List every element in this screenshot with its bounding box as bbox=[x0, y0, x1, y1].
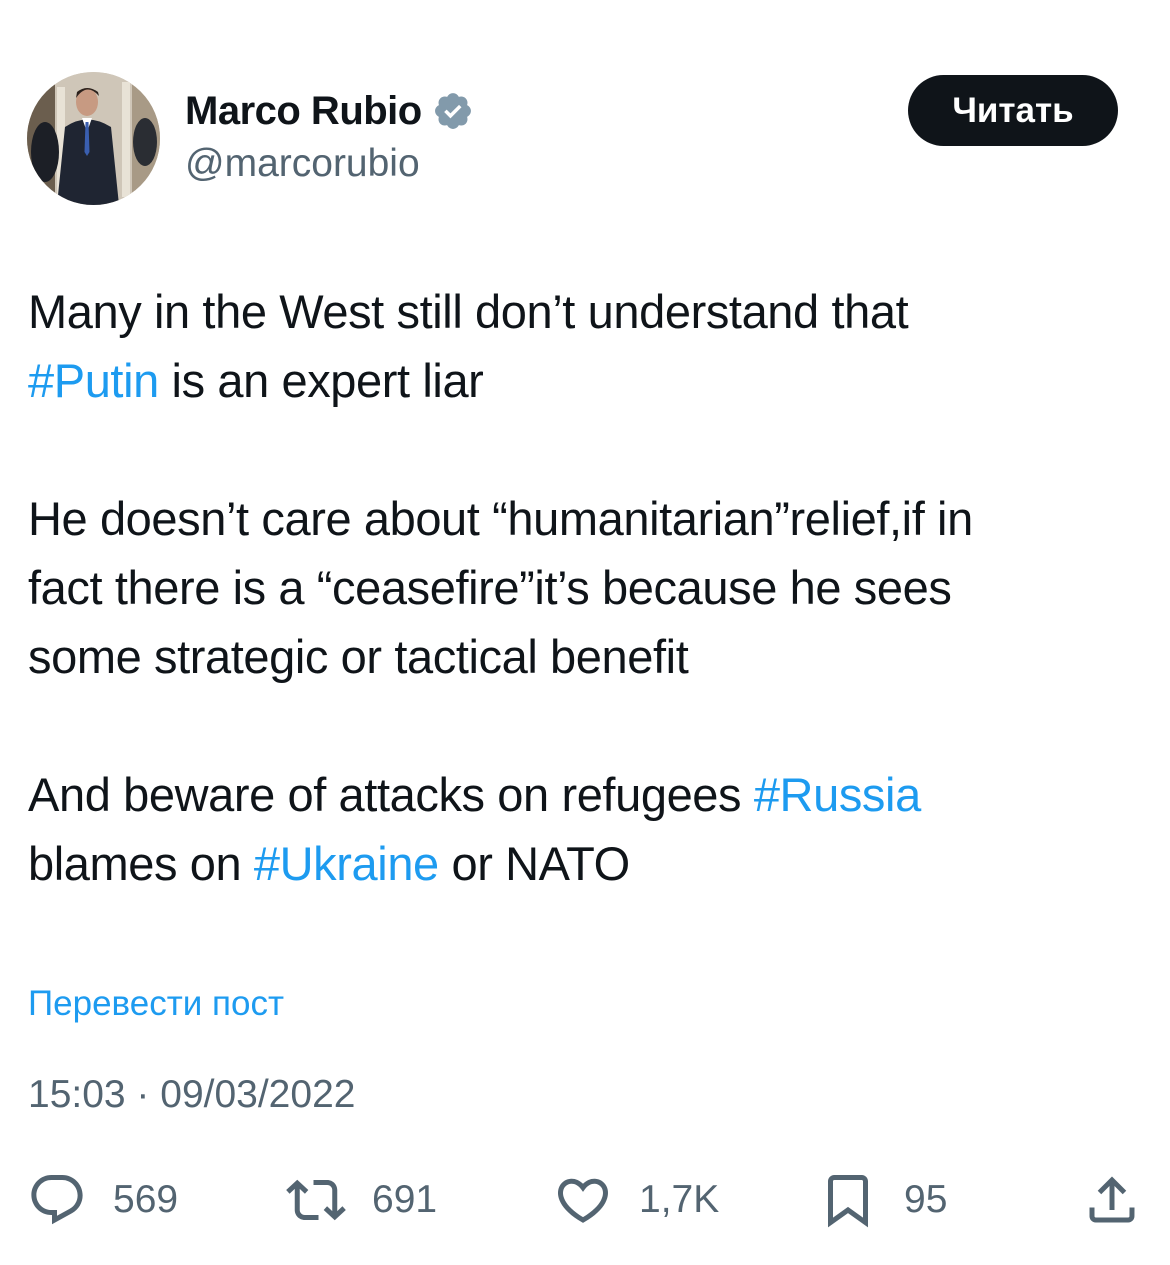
verified-badge-icon bbox=[432, 90, 474, 132]
avatar-photo bbox=[27, 72, 160, 205]
bookmark-button[interactable]: 95 bbox=[818, 1168, 947, 1232]
hashtag-ukraine-link[interactable]: #Ukraine bbox=[254, 837, 439, 890]
tweet-text-segment: some strategic or tactical benefit bbox=[28, 630, 689, 683]
like-count: 1,7K bbox=[639, 1178, 720, 1221]
tweet-line: And beware of attacks on refugees #Russi… bbox=[28, 760, 1148, 829]
retweet-button[interactable]: 691 bbox=[286, 1168, 437, 1232]
retweet-count: 691 bbox=[372, 1178, 438, 1221]
author-display-name[interactable]: Marco Rubio bbox=[185, 86, 474, 136]
author-name-text[interactable]: Marco Rubio bbox=[185, 89, 422, 134]
tweet-text-segment: blames on bbox=[28, 837, 254, 890]
author-avatar[interactable] bbox=[27, 72, 160, 205]
hashtag-putin-link[interactable]: #Putin bbox=[28, 354, 159, 407]
bookmark-icon bbox=[818, 1170, 878, 1230]
heart-icon bbox=[553, 1170, 613, 1230]
tweet-text-segment: is an expert liar bbox=[158, 354, 484, 407]
follow-button[interactable]: Читать bbox=[908, 75, 1118, 146]
retweet-icon bbox=[286, 1170, 346, 1230]
tweet-line: blames on #Ukraine or NATO bbox=[28, 829, 1148, 898]
like-button[interactable]: 1,7K bbox=[553, 1168, 719, 1232]
tweet-text-segment: Many in the West still don’t understand … bbox=[28, 285, 909, 338]
tweet-line: some strategic or tactical benefit bbox=[28, 622, 1148, 691]
translate-post-link[interactable]: Перевести пост bbox=[28, 984, 284, 1024]
tweet-line: Many in the West still don’t understand … bbox=[28, 277, 1148, 346]
tweet-text-segment: fact there is a “ceasefire”it’s because … bbox=[28, 561, 952, 614]
tweet-line: #Putin is an expert liar bbox=[28, 346, 1148, 415]
reply-count: 569 bbox=[113, 1178, 179, 1221]
author-handle[interactable]: @marcorubio bbox=[185, 142, 420, 186]
post-timestamp[interactable]: 15:03 · 09/03/2022 bbox=[28, 1073, 355, 1117]
hashtag-russia-link[interactable]: #Russia bbox=[754, 768, 921, 821]
tweet-text-segment: or NATO bbox=[438, 837, 630, 890]
tweet-text: Many in the West still don’t understand … bbox=[28, 277, 1148, 898]
tweet-line: He doesn’t care about “humanitarian”reli… bbox=[28, 484, 1148, 553]
bookmark-count: 95 bbox=[904, 1178, 948, 1221]
tweet-line: fact there is a “ceasefire”it’s because … bbox=[28, 553, 1148, 622]
reply-button[interactable]: 569 bbox=[27, 1168, 178, 1232]
tweet-text-segment: He doesn’t care about “humanitarian”reli… bbox=[28, 492, 973, 545]
tweet-text-segment: And beware of attacks on refugees bbox=[28, 768, 754, 821]
reply-icon bbox=[27, 1170, 87, 1230]
share-button[interactable] bbox=[1082, 1168, 1142, 1232]
share-icon bbox=[1082, 1170, 1142, 1230]
